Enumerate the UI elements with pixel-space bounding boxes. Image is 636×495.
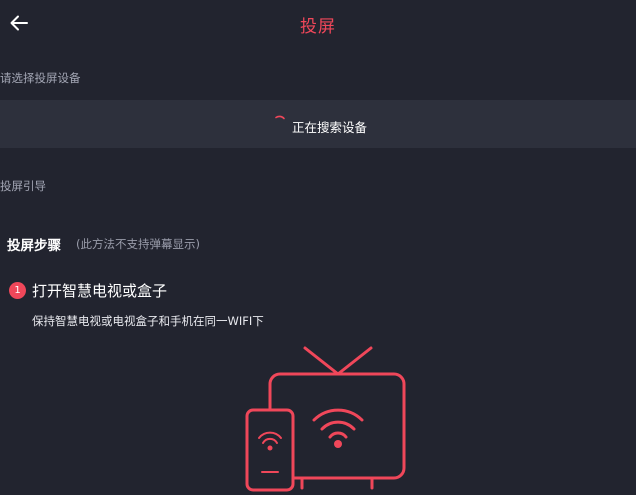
- search-status-text: 正在搜索设备: [292, 120, 368, 135]
- step-number-badge: 1: [9, 282, 26, 299]
- device-section-label: 请选择投屏设备: [0, 71, 81, 85]
- steps-note: (此方法不支持弹幕显示): [76, 237, 200, 251]
- top-bar: 投屏: [0, 0, 636, 48]
- tv-phone-wifi-illustration: [245, 346, 406, 492]
- page-title: 投屏: [300, 17, 336, 37]
- step-description: 保持智慧电视或电视盒子和手机在同一WIFI下: [32, 314, 264, 328]
- loading-spinner-icon: [275, 115, 285, 120]
- steps-title: 投屏步骤: [7, 238, 61, 254]
- guide-section-label: 投屏引导: [0, 179, 46, 193]
- step-title: 打开智慧电视或盒子: [32, 282, 168, 300]
